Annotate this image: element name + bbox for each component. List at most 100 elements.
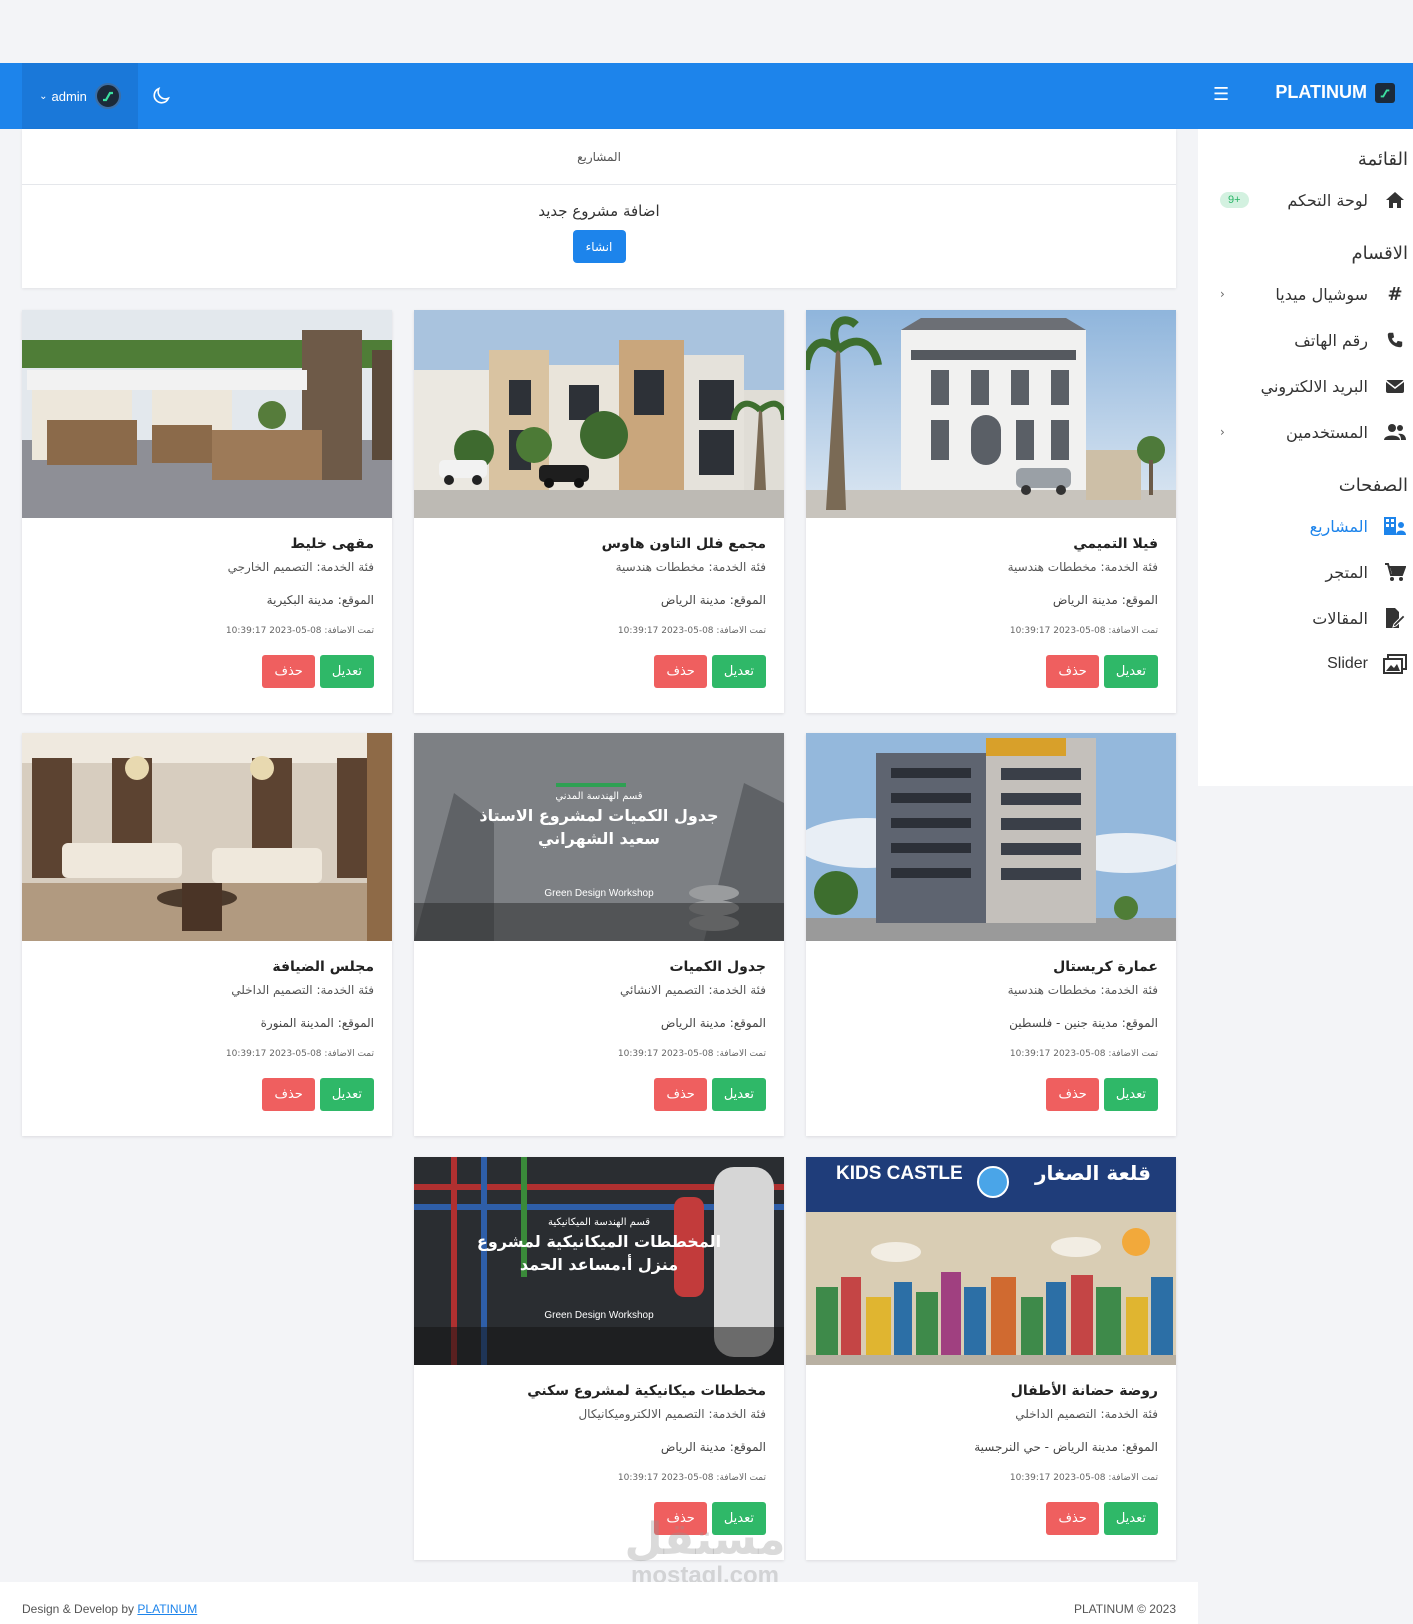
menu-toggle-icon[interactable]: ☰ bbox=[1213, 86, 1231, 104]
sidebar-item-label: رقم الهاتف bbox=[1294, 330, 1368, 350]
file-edit-icon bbox=[1382, 607, 1408, 629]
service-value: التصميم الداخلي bbox=[231, 983, 313, 997]
sidebar-item-email[interactable]: البريد الالكتروني bbox=[1198, 363, 1413, 409]
location-value: مدينة الرياض bbox=[660, 1440, 726, 1454]
project-image[interactable]: قسم الهندسة الميكانيكية المخططات الميكان… bbox=[414, 1157, 784, 1365]
project-card: قسم الهندسة الميكانيكية المخططات الميكان… bbox=[414, 1157, 784, 1560]
delete-button[interactable]: حذف bbox=[654, 655, 707, 688]
location-value: مدينة جنين - فلسطين bbox=[1009, 1016, 1118, 1030]
delete-button[interactable]: حذف bbox=[1046, 1502, 1099, 1535]
image-overlay-text: قسم الهندسة الميكانيكية المخططات الميكان… bbox=[414, 1217, 784, 1321]
location-value: مدينة الرياض bbox=[660, 1016, 726, 1030]
chevron-left-icon: ‹ bbox=[1220, 287, 1225, 301]
sidebar-item-label: لوحة التحكم bbox=[1287, 190, 1368, 210]
project-date: تمت الاضافة: 08-05-2023 10:39:17 bbox=[824, 626, 1158, 650]
image-caption: منزل أ.مساعد الحمد bbox=[519, 1255, 679, 1274]
date-value: 08-05-2023 10:39:17 bbox=[1009, 1049, 1106, 1059]
project-card: KIDS CASTLE قلعة الصغار روضة حضانة الأطف… bbox=[806, 1157, 1176, 1560]
location-label: الموقع: bbox=[729, 1440, 766, 1454]
edit-button[interactable]: تعديل bbox=[319, 1078, 374, 1111]
location-label: الموقع: bbox=[337, 1016, 374, 1030]
edit-button[interactable]: تعديل bbox=[711, 655, 766, 688]
date-value: 08-05-2023 10:39:17 bbox=[617, 626, 714, 636]
project-image[interactable] bbox=[806, 733, 1176, 941]
location-value: مدينة البكيرية bbox=[266, 593, 334, 607]
project-image[interactable]: قسم الهندسة المدني جدول الكميات لمشروع ا… bbox=[414, 733, 784, 941]
sidebar-item-phone[interactable]: رقم الهاتف bbox=[1198, 317, 1413, 363]
project-title: مقهى خليط bbox=[290, 536, 374, 552]
edit-button[interactable]: تعديل bbox=[1103, 655, 1158, 688]
sidebar-item-label: المستخدمين bbox=[1286, 422, 1368, 442]
location-label: الموقع: bbox=[1121, 1016, 1158, 1030]
sidebar-item-dashboard[interactable]: لوحة التحكم +9 bbox=[1198, 177, 1413, 223]
delete-button[interactable]: حذف bbox=[262, 655, 315, 688]
project-title: روضة حضانة الأطفال bbox=[1010, 1383, 1158, 1399]
project-card: قسم الهندسة المدني جدول الكميات لمشروع ا… bbox=[414, 733, 784, 1136]
project-date: تمت الاضافة: 08-05-2023 10:39:17 bbox=[824, 1473, 1158, 1497]
project-title: مجمع فلل التاون هاوس bbox=[601, 536, 766, 552]
image-caption: قلعة الصغار bbox=[1034, 1161, 1151, 1185]
moon-icon[interactable] bbox=[150, 85, 172, 107]
sidebar-item-slider[interactable]: Slider bbox=[1198, 641, 1413, 687]
sidebar-item-users[interactable]: المستخدمين ‹ bbox=[1198, 409, 1413, 455]
project-image[interactable] bbox=[414, 310, 784, 518]
user-menu[interactable]: ⌄ admin bbox=[22, 63, 138, 129]
notification-badge: +9 bbox=[1220, 192, 1249, 208]
image-caption: قسم الهندسة المدني bbox=[555, 791, 643, 802]
service-label: فئة الخدمة: bbox=[708, 1407, 766, 1421]
sidebar-item-store[interactable]: المتجر bbox=[1198, 549, 1413, 595]
images-icon bbox=[1382, 654, 1408, 674]
project-location: الموقع: مدينة جنين - فلسطين bbox=[824, 1016, 1158, 1049]
date-label: تمت الاضافة: bbox=[1108, 1473, 1158, 1483]
project-image[interactable]: KIDS CASTLE قلعة الصغار bbox=[806, 1157, 1176, 1365]
project-date: تمت الاضافة: 08-05-2023 10:39:17 bbox=[40, 1049, 374, 1073]
service-value: التصميم الالكتروميكانيكال bbox=[578, 1407, 705, 1421]
project-date: تمت الاضافة: 08-05-2023 10:39:17 bbox=[824, 1049, 1158, 1073]
sidebar-item-label: Slider bbox=[1327, 655, 1368, 672]
sidebar: القائمة لوحة التحكم +9 الاقسام # سوشيال … bbox=[1198, 129, 1413, 786]
sidebar-item-label: المتجر bbox=[1325, 562, 1368, 582]
project-card: مجلس الضيافة فئة الخدمة: التصميم الداخلي… bbox=[22, 733, 392, 1136]
date-value: 08-05-2023 10:39:17 bbox=[225, 1049, 322, 1059]
delete-button[interactable]: حذف bbox=[654, 1078, 707, 1111]
sidebar-item-articles[interactable]: المقالات bbox=[1198, 595, 1413, 641]
brand-logo[interactable]: PLATINUM bbox=[1275, 82, 1395, 103]
add-project-title: اضافة مشروع جديد bbox=[538, 202, 660, 220]
date-label: تمت الاضافة: bbox=[1108, 626, 1158, 636]
sidebar-item-projects[interactable]: المشاريع bbox=[1198, 503, 1413, 549]
edit-button[interactable]: تعديل bbox=[1103, 1078, 1158, 1111]
location-value: مدينة الرياض - حي النرجسية bbox=[974, 1440, 1118, 1454]
avatar bbox=[94, 83, 121, 109]
edit-button[interactable]: تعديل bbox=[1103, 1502, 1158, 1535]
delete-button[interactable]: حذف bbox=[1046, 655, 1099, 688]
project-location: الموقع: المدينة المنورة bbox=[40, 1016, 374, 1049]
sidebar-item-label: المقالات bbox=[1312, 608, 1368, 628]
date-label: تمت الاضافة: bbox=[324, 626, 374, 636]
project-image[interactable] bbox=[22, 310, 392, 518]
delete-button[interactable]: حذف bbox=[262, 1078, 315, 1111]
date-label: تمت الاضافة: bbox=[716, 1473, 766, 1483]
project-image[interactable] bbox=[806, 310, 1176, 518]
service-label: فئة الخدمة: bbox=[708, 560, 766, 574]
project-service: فئة الخدمة: التصميم الخارجي bbox=[40, 560, 374, 593]
project-date: تمت الاضافة: 08-05-2023 10:39:17 bbox=[432, 1473, 766, 1497]
footer-credit-link[interactable]: PLATINUM bbox=[137, 1602, 197, 1616]
project-service: فئة الخدمة: التصميم الانشائي bbox=[432, 983, 766, 1016]
users-icon bbox=[1382, 423, 1408, 441]
service-label: فئة الخدمة: bbox=[708, 983, 766, 997]
edit-button[interactable]: تعديل bbox=[319, 655, 374, 688]
delete-button[interactable]: حذف bbox=[1046, 1078, 1099, 1111]
sidebar-item-social[interactable]: # سوشيال ميديا ‹ bbox=[1198, 271, 1413, 317]
create-project-button[interactable]: انشاء bbox=[572, 230, 626, 263]
service-value: التصميم الخارجي bbox=[227, 560, 313, 574]
location-label: الموقع: bbox=[729, 593, 766, 607]
sidebar-item-label: سوشيال ميديا bbox=[1275, 284, 1368, 304]
project-image[interactable] bbox=[22, 733, 392, 941]
image-caption: المخططات الميكانيكية لمشروع bbox=[476, 1232, 722, 1251]
edit-button[interactable]: تعديل bbox=[711, 1078, 766, 1111]
service-value: مخططات هندسية bbox=[615, 560, 705, 574]
brand-name: PLATINUM bbox=[1275, 82, 1367, 102]
location-label: الموقع: bbox=[1121, 1440, 1158, 1454]
project-card: مقهى خليط فئة الخدمة: التصميم الخارجي ال… bbox=[22, 310, 392, 713]
footer: Design & Develop by PLATINUM PLATINUM © … bbox=[0, 1582, 1198, 1624]
